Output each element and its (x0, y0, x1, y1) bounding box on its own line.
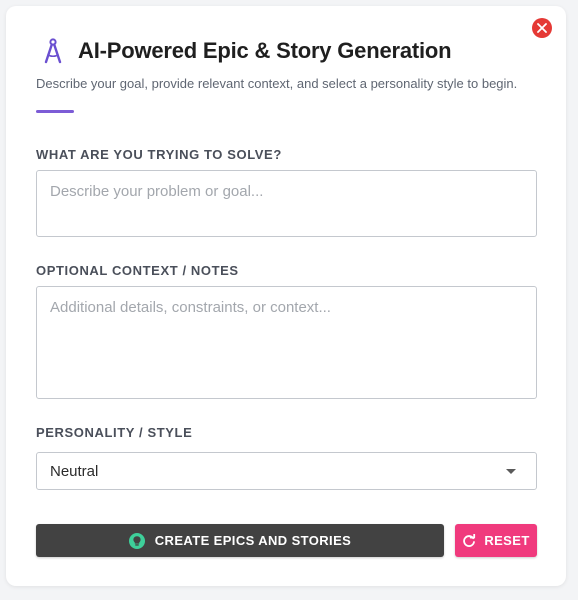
chevron-down-icon (506, 468, 516, 474)
personality-selected-value: Neutral (50, 462, 99, 480)
context-label: OPTIONAL CONTEXT / NOTES (36, 263, 239, 278)
dialog-subtitle: Describe your goal, provide relevant con… (36, 76, 518, 91)
problem-input[interactable] (36, 170, 537, 237)
title-accent-bar (36, 110, 74, 113)
close-icon (537, 23, 547, 33)
compass-drafting-icon (44, 38, 62, 64)
refresh-icon (463, 533, 476, 547)
personality-label: PERSONALITY / STYLE (36, 425, 193, 440)
problem-label: WHAT ARE YOU TRYING TO SOLVE? (36, 147, 282, 162)
create-epics-label: CREATE EPICS AND STORIES (154, 533, 352, 548)
dialog-title: AI-Powered Epic & Story Generation (78, 38, 452, 63)
personality-select[interactable]: Neutral (36, 452, 537, 490)
close-button[interactable] (532, 18, 552, 38)
reset-button[interactable]: RESET (455, 524, 537, 557)
create-epics-button[interactable]: CREATE EPICS AND STORIES (36, 524, 444, 557)
lightbulb-icon (128, 532, 145, 549)
context-input[interactable] (36, 286, 537, 399)
reset-label: RESET (484, 533, 530, 548)
